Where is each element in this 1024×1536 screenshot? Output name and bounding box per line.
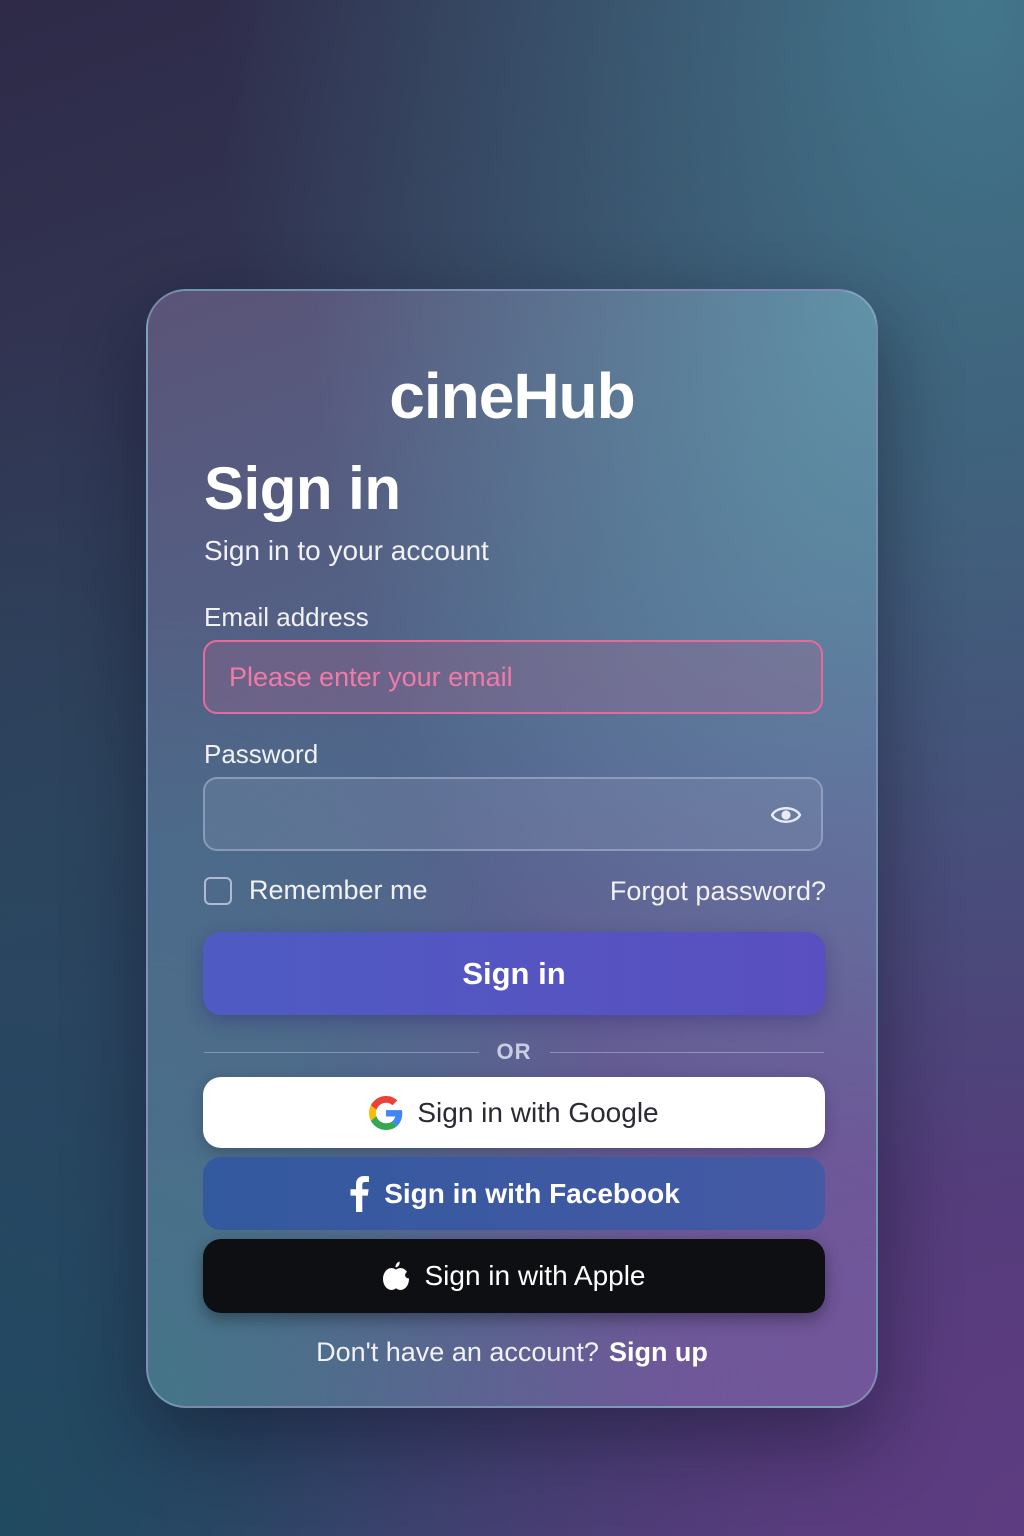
divider-line-left	[204, 1051, 479, 1053]
page-title: Sign in	[204, 455, 401, 522]
facebook-icon	[348, 1175, 370, 1212]
signup-prompt-text: Don't have an account?	[316, 1337, 599, 1367]
eye-icon	[770, 803, 802, 827]
sign-in-button-label: Sign in	[462, 955, 566, 991]
password-input[interactable]	[203, 777, 823, 851]
google-button-label: Sign in with Google	[417, 1096, 659, 1128]
apple-button-label: Sign in with Apple	[424, 1260, 646, 1291]
facebook-button-label: Sign in with Facebook	[384, 1177, 680, 1209]
remember-me-checkbox[interactable]	[204, 876, 232, 905]
sign-in-button[interactable]: Sign in	[203, 932, 825, 1015]
toggle-password-visibility-button[interactable]	[764, 798, 808, 832]
or-divider: OR	[204, 1039, 824, 1065]
sign-in-with-apple-button[interactable]: Sign in with Apple	[203, 1239, 825, 1313]
sign-up-link[interactable]: Sign up	[609, 1337, 708, 1367]
email-input[interactable]	[203, 640, 823, 714]
page-subtitle: Sign in to your account	[204, 535, 489, 566]
sign-in-card: cineHub Sign in Sign in to your account …	[146, 289, 878, 1408]
apple-icon	[382, 1260, 411, 1292]
signup-prompt-row: Don't have an account? Sign up	[148, 1337, 876, 1368]
sign-in-with-facebook-button[interactable]: Sign in with Facebook	[203, 1157, 825, 1230]
google-icon	[369, 1095, 403, 1130]
remember-me-row: Remember me	[204, 875, 428, 906]
email-label: Email address	[204, 602, 369, 632]
sign-in-with-google-button[interactable]: Sign in with Google	[203, 1077, 825, 1148]
remember-me-label: Remember me	[249, 875, 428, 905]
divider-line-right	[549, 1051, 824, 1053]
brand-logo: cineHub	[389, 360, 635, 432]
forgot-password-link[interactable]: Forgot password?	[610, 876, 826, 907]
divider-label: OR	[496, 1039, 532, 1064]
password-label: Password	[204, 739, 319, 769]
